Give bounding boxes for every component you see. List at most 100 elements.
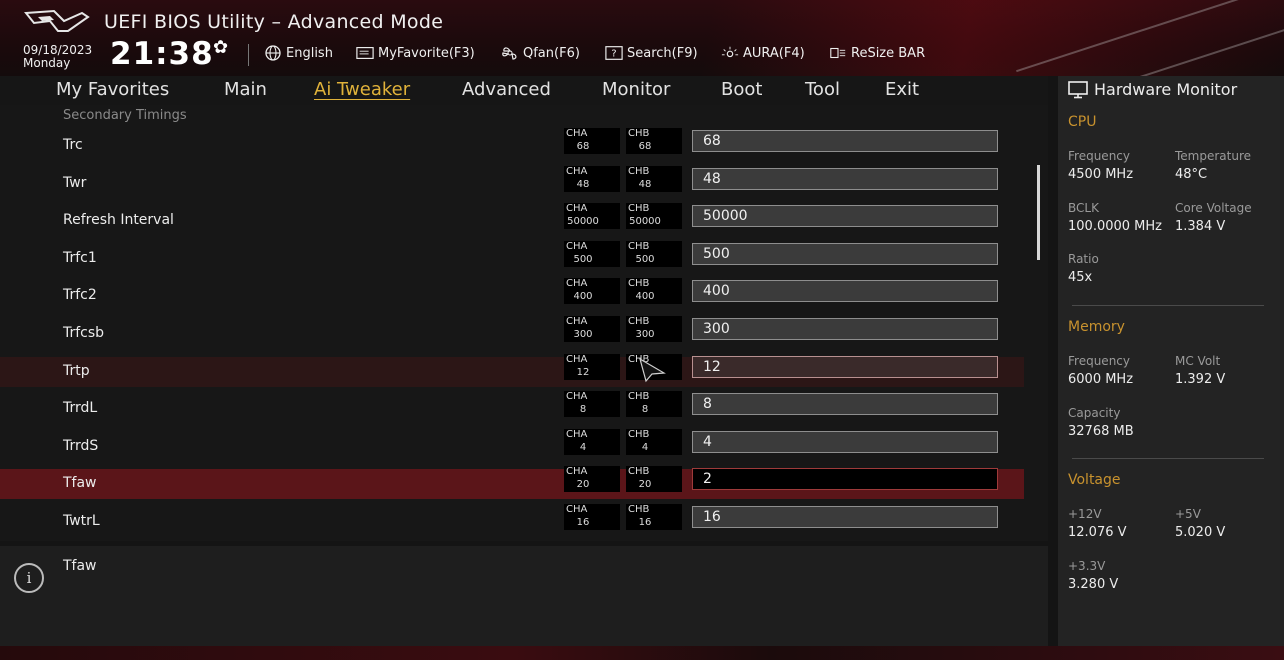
setting-row[interactable]: Trc CHA 68 CHB 68 68: [0, 128, 1024, 161]
setting-label: Trfcsb: [63, 325, 105, 341]
setting-row[interactable]: Trfcsb CHA 300 CHB 300 300: [0, 316, 1024, 349]
timing-value-text: 400: [703, 283, 730, 299]
timing-value-text: 4: [703, 434, 712, 450]
setting-row[interactable]: Refresh Interval CHA 50000 CHB 50000 50000: [0, 203, 1024, 236]
myfavorite-button[interactable]: MyFavorite(F3): [356, 45, 475, 61]
search-label: Search(F9): [627, 45, 698, 61]
cha-label: CHA: [566, 354, 588, 365]
setting-row[interactable]: Trtp CHA 12 CHB 12: [0, 354, 1024, 387]
cpu-frequency-label: Frequency: [1068, 149, 1130, 163]
chb-label: CHB: [628, 128, 650, 139]
ratio-value: 45x: [1068, 270, 1093, 285]
monitor-icon: [1068, 80, 1088, 98]
timing-value-input[interactable]: 16: [692, 506, 998, 528]
timing-value-input[interactable]: 4: [692, 431, 998, 453]
memory-frequency-value: 6000 MHz: [1068, 372, 1134, 387]
setting-row[interactable]: TrrdL CHA 8 CHB 8 8: [0, 391, 1024, 424]
chb-label: CHB: [628, 278, 650, 289]
chb-label: CHB: [628, 241, 650, 252]
channel-a-readout: CHA 50000: [564, 203, 620, 229]
channel-b-readout: CHB 4: [626, 429, 682, 455]
channel-a-readout: CHA 8: [564, 391, 620, 417]
tab-exit[interactable]: Exit: [885, 79, 919, 100]
tab-tool[interactable]: Tool: [805, 79, 840, 100]
help-panel: i Tfaw: [0, 546, 1048, 660]
timing-value-text: 8: [703, 396, 712, 412]
clock-settings-gear-icon[interactable]: ✿: [213, 37, 228, 58]
date-display: 09/18/2023 Monday: [23, 44, 92, 70]
language-button[interactable]: English: [264, 45, 333, 61]
bottom-decor-strip: [0, 646, 1284, 660]
cha-value: 48: [576, 179, 590, 190]
cha-label: CHA: [566, 429, 588, 440]
timing-value-input[interactable]: 48: [692, 168, 998, 190]
cpu-heading: CPU: [1068, 114, 1097, 130]
memory-heading: Memory: [1068, 319, 1125, 335]
qfan-label: Qfan(F6): [523, 45, 580, 61]
hardware-monitor-title: Hardware Monitor: [1068, 80, 1237, 99]
timing-value-input[interactable]: 12: [692, 356, 998, 378]
search-button[interactable]: ? Search(F9): [605, 45, 698, 61]
cha-label: CHA: [566, 166, 588, 177]
channel-b-readout: CHB 50000: [626, 203, 682, 229]
timing-value-input[interactable]: 50000: [692, 205, 998, 227]
setting-row[interactable]: Twr CHA 48 CHB 48 48: [0, 166, 1024, 199]
rog-logo-icon: [24, 9, 90, 32]
chb-label: CHB: [628, 316, 650, 327]
scrollbar-thumb[interactable]: [1037, 165, 1040, 260]
timing-value-input[interactable]: 8: [692, 393, 998, 415]
chb-value: 4: [641, 442, 649, 453]
setting-label: Trtp: [63, 363, 90, 379]
aura-button[interactable]: AURA(F4): [721, 45, 805, 61]
v33-value: 3.280 V: [1068, 577, 1119, 592]
v12-label: +12V: [1068, 507, 1102, 521]
timing-value-input[interactable]: 400: [692, 280, 998, 302]
timing-value-input[interactable]: 68: [692, 130, 998, 152]
setting-row[interactable]: Trfc2 CHA 400 CHB 400 400: [0, 278, 1024, 311]
cha-label: CHA: [566, 278, 588, 289]
chb-value: 48: [638, 179, 652, 190]
channel-b-readout: CHB 300: [626, 316, 682, 342]
bclk-value: 100.0000 MHz: [1068, 219, 1162, 234]
setting-label: Refresh Interval: [63, 212, 174, 228]
resizebar-button[interactable]: ReSize BAR: [829, 45, 925, 61]
tab-ai-tweaker[interactable]: Ai Tweaker: [314, 79, 410, 100]
tab-advanced[interactable]: Advanced: [462, 79, 551, 100]
setting-row[interactable]: TrrdS CHA 4 CHB 4 4: [0, 429, 1024, 462]
tab-monitor[interactable]: Monitor: [602, 79, 670, 100]
cpu-frequency-value: 4500 MHz: [1068, 167, 1134, 182]
channel-b-readout: CHB 400: [626, 278, 682, 304]
timing-value-text: 48: [703, 171, 721, 187]
qfan-button[interactable]: Qfan(F6): [501, 45, 580, 61]
channel-b-readout: CHB 8: [626, 391, 682, 417]
chb-label: CHB: [628, 504, 650, 515]
chb-label: CHB: [628, 203, 650, 214]
setting-row[interactable]: Tfaw CHA 20 CHB 20 2: [0, 466, 1024, 499]
setting-label: Trc: [63, 137, 83, 153]
help-text: Tfaw: [63, 558, 97, 574]
cha-label: CHA: [566, 504, 588, 515]
channel-a-readout: CHA 400: [564, 278, 620, 304]
setting-label: Twr: [63, 175, 87, 191]
tab-main[interactable]: Main: [224, 79, 267, 100]
timing-value-input[interactable]: 300: [692, 318, 998, 340]
app-title: UEFI BIOS Utility – Advanced Mode: [104, 11, 444, 33]
channel-b-readout: CHB 16: [626, 504, 682, 530]
timing-value-input[interactable]: 2: [692, 468, 998, 490]
resizebar-icon: [830, 47, 846, 59]
hardware-monitor-panel: Hardware Monitor CPU Frequency Temperatu…: [1058, 76, 1284, 646]
timing-value-text: 300: [703, 321, 730, 337]
timing-value-input[interactable]: 500: [692, 243, 998, 265]
setting-row[interactable]: TwtrL CHA 16 CHB 16 16: [0, 504, 1024, 537]
cha-value: 50000: [567, 216, 599, 227]
day-text: Monday: [23, 56, 71, 70]
chb-value: 50000: [629, 216, 661, 227]
tab-boot[interactable]: Boot: [721, 79, 762, 100]
section-divider: [1072, 458, 1264, 459]
timing-value-text: 12: [703, 359, 721, 375]
chb-value: 500: [635, 254, 655, 265]
setting-row[interactable]: Trfc1 CHA 500 CHB 500 500: [0, 241, 1024, 274]
chb-value: 400: [635, 291, 655, 302]
cpu-temperature-value: 48°C: [1175, 167, 1208, 182]
tab-my-favorites[interactable]: My Favorites: [56, 79, 169, 100]
